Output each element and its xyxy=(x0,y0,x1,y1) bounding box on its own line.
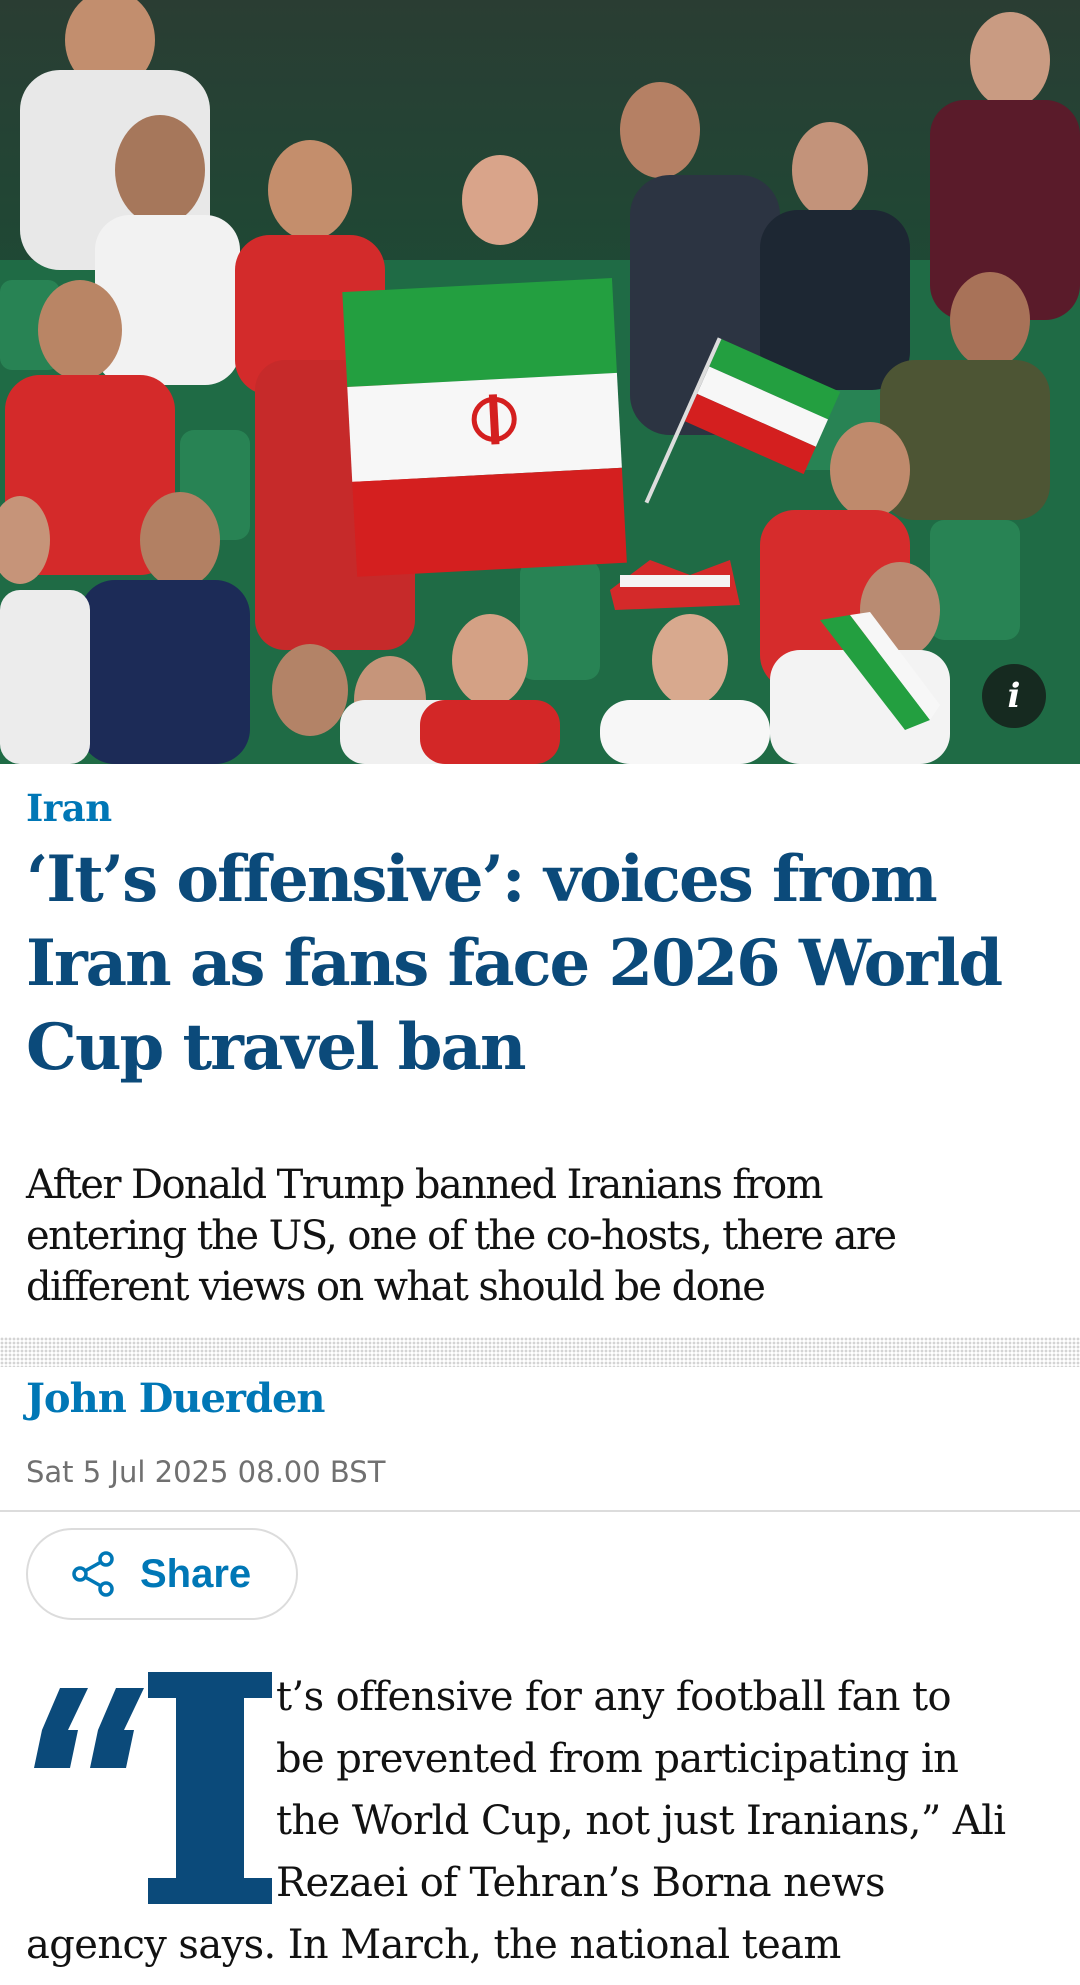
share-icon xyxy=(72,1551,114,1597)
article-headline: ‘It’s offensive’: voices from Iran as fa… xyxy=(26,838,1056,1090)
author-byline[interactable]: John Duerden xyxy=(26,1375,325,1422)
share-button[interactable]: Share xyxy=(26,1528,298,1620)
standfirst-line: different views on what should be done xyxy=(26,1264,766,1310)
share-label: Share xyxy=(140,1551,252,1596)
info-icon: i xyxy=(1007,676,1021,716)
section-kicker[interactable]: Iran xyxy=(26,786,112,830)
dotted-divider xyxy=(0,1337,1080,1367)
hero-photo: i xyxy=(0,0,1080,764)
body-line: the World Cup, not just Iranians,” Ali xyxy=(276,1798,1006,1844)
body-line: t’s offensive for any football fan to xyxy=(276,1674,952,1720)
divider xyxy=(0,1510,1080,1512)
headline-line: Iran as fans face 2026 World xyxy=(26,926,1003,1001)
quote-mark-icon xyxy=(34,1688,144,1768)
image-info-button[interactable]: i xyxy=(982,664,1046,728)
standfirst-line: entering the US, one of the co-hosts, th… xyxy=(26,1213,897,1259)
flag-large xyxy=(342,278,627,577)
headline-line: Cup travel ban xyxy=(26,1010,526,1085)
headline-line: ‘It’s offensive’: voices from xyxy=(26,842,938,917)
hero-photo-illustration xyxy=(0,0,1080,764)
body-line: agency says. In March, the national team xyxy=(26,1922,841,1968)
publish-date: Sat 5 Jul 2025 08.00 BST xyxy=(26,1455,386,1489)
body-line: be prevented from participating in xyxy=(276,1736,959,1782)
article-standfirst: After Donald Trump banned Iranians from … xyxy=(26,1160,1056,1313)
drop-cap-letter-i xyxy=(148,1672,272,1904)
body-line: Rezaei of Tehran’s Borna news xyxy=(276,1860,886,1906)
standfirst-line: After Donald Trump banned Iranians from xyxy=(26,1162,824,1208)
